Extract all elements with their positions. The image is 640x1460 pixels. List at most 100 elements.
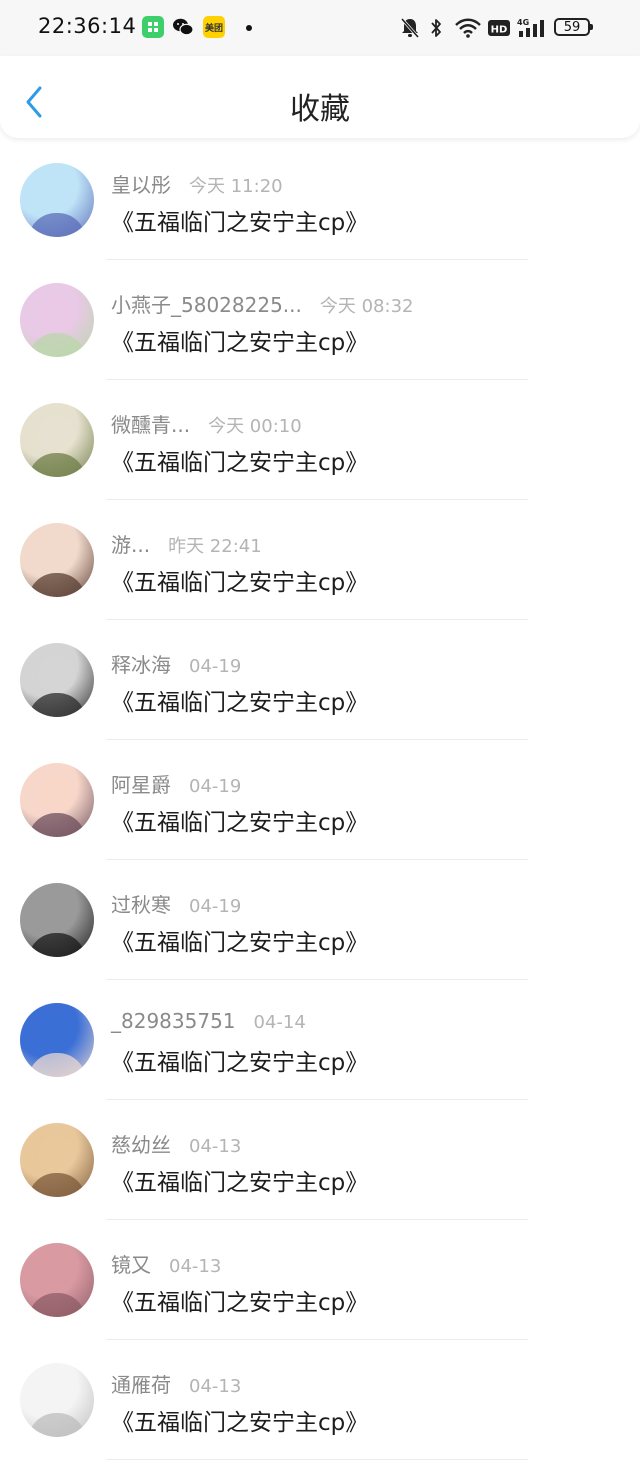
avatar[interactable] [20,1123,94,1197]
item-meta: 游... 昨天 22:41 [111,529,262,558]
user-name[interactable]: 阿星爵 [111,769,171,798]
avatar-body [28,1053,86,1077]
avatar-body [28,1293,86,1317]
user-name[interactable]: 慈幼丝 [111,1129,171,1158]
wechat-icon [172,16,194,38]
list-item[interactable]: 游... 昨天 22:41 《五福临门之安宁主cp》 [0,500,640,620]
item-title[interactable]: 《五福临门之安宁主cp》 [111,1163,368,1197]
avatar[interactable] [20,643,94,717]
signal-4g-icon: 4G [517,17,547,39]
hd-icon: HD [488,17,510,39]
item-meta: 阿星爵 04-19 [111,769,241,798]
avatar[interactable] [20,1243,94,1317]
avatar-body [28,573,86,597]
item-title[interactable]: 《五福临门之安宁主cp》 [111,803,368,837]
item-title[interactable]: 《五福临门之安宁主cp》 [111,1403,368,1437]
timestamp: 04-19 [189,896,242,917]
list-item[interactable]: _829835751 04-14 《五福临门之安宁主cp》 [0,980,640,1100]
item-meta: 通雁荷 04-13 [111,1369,241,1398]
list-item[interactable]: 皇以彤 今天 11:20 《五福临门之安宁主cp》 [0,140,640,260]
list-item[interactable]: 慈幼丝 04-13 《五福临门之安宁主cp》 [0,1100,640,1220]
user-name[interactable]: _829835751 [111,1009,236,1033]
avatar-body [28,1173,86,1197]
avatar[interactable] [20,163,94,237]
avatar-face [38,535,76,573]
wifi-icon [454,17,482,39]
avatar[interactable] [20,883,94,957]
timestamp: 昨天 22:41 [168,536,262,557]
status-bar: 22:36:14 美团 HD 4G 59 [0,0,640,56]
avatar[interactable] [20,1363,94,1437]
item-title[interactable]: 《五福临门之安宁主cp》 [111,1283,368,1317]
item-title[interactable]: 《五福临门之安宁主cp》 [111,563,368,597]
user-name[interactable]: 镜又 [111,1249,151,1278]
timestamp: 04-13 [189,1136,242,1157]
app-green-icon [142,16,164,38]
list-item[interactable]: 释冰海 04-19 《五福临门之安宁主cp》 [0,620,640,740]
avatar-face [38,1255,76,1293]
user-name[interactable]: 通雁荷 [111,1369,171,1398]
user-name[interactable]: 微醺青... [111,409,190,438]
item-title[interactable]: 《五福临门之安宁主cp》 [111,923,368,957]
item-meta: 皇以彤 今天 11:20 [111,169,283,198]
status-time: 22:36:14 [38,14,137,38]
avatar[interactable] [20,1003,94,1077]
item-title[interactable]: 《五福临门之安宁主cp》 [111,443,368,477]
user-name[interactable]: 皇以彤 [111,169,171,198]
avatar-body [28,933,86,957]
avatar-body [28,213,86,237]
user-name[interactable]: 游... [111,529,150,558]
avatar[interactable] [20,403,94,477]
bluetooth-icon [429,17,443,39]
timestamp: 04-19 [189,776,242,797]
avatar-face [38,895,76,933]
item-meta: 小燕子_58028225... 今天 08:32 [111,289,413,318]
item-meta: 镜又 04-13 [111,1249,221,1278]
item-title[interactable]: 《五福临门之安宁主cp》 [111,203,368,237]
avatar-face [38,175,76,213]
item-meta: _829835751 04-14 [111,1009,306,1033]
avatar-body [28,333,86,357]
avatar-body [28,813,86,837]
avatar-face [38,775,76,813]
avatar-face [38,1015,76,1053]
item-title[interactable]: 《五福临门之安宁主cp》 [111,1043,368,1077]
timestamp: 04-14 [253,1012,306,1033]
timestamp: 04-19 [189,656,242,677]
avatar-body [28,453,86,477]
item-meta: 释冰海 04-19 [111,649,241,678]
user-name[interactable]: 小燕子_58028225... [111,289,302,318]
avatar-face [38,1135,76,1173]
avatar-face [38,655,76,693]
avatar[interactable] [20,763,94,837]
page-title: 收藏 [290,92,350,127]
timestamp: 今天 11:20 [189,176,283,197]
item-title[interactable]: 《五福临门之安宁主cp》 [111,683,368,717]
item-meta: 微醺青... 今天 00:10 [111,409,302,438]
list-item[interactable]: 过秋寒 04-19 《五福临门之安宁主cp》 [0,860,640,980]
avatar-face [38,415,76,453]
timestamp: 今天 08:32 [319,296,414,317]
user-name[interactable]: 释冰海 [111,649,171,678]
timestamp: 04-13 [169,1256,222,1277]
list-item[interactable]: 通雁荷 04-13 《五福临门之安宁主cp》 [0,1340,640,1460]
timestamp: 04-13 [189,1376,242,1397]
svg-text:HD: HD [491,25,508,36]
favorites-list: 皇以彤 今天 11:20 《五福临门之安宁主cp》 小燕子_58028225... 今天… [0,140,640,1460]
item-meta: 过秋寒 04-19 [111,889,241,918]
item-title[interactable]: 《五福临门之安宁主cp》 [111,323,368,357]
avatar-face [38,1375,76,1413]
meituan-icon: 美团 [203,16,225,38]
list-item[interactable]: 阿星爵 04-19 《五福临门之安宁主cp》 [0,740,640,860]
avatar-body [28,1413,86,1437]
timestamp: 今天 00:10 [208,416,302,437]
list-item[interactable]: 小燕子_58028225... 今天 08:32 《五福临门之安宁主cp》 [0,260,640,380]
battery-level: 59 [563,19,581,35]
svg-text:4G: 4G [517,18,529,27]
user-name[interactable]: 过秋寒 [111,889,171,918]
avatar[interactable] [20,283,94,357]
mute-bell-icon [400,17,420,39]
list-item[interactable]: 镜又 04-13 《五福临门之安宁主cp》 [0,1220,640,1340]
list-item[interactable]: 微醺青... 今天 00:10 《五福临门之安宁主cp》 [0,380,640,500]
avatar[interactable] [20,523,94,597]
